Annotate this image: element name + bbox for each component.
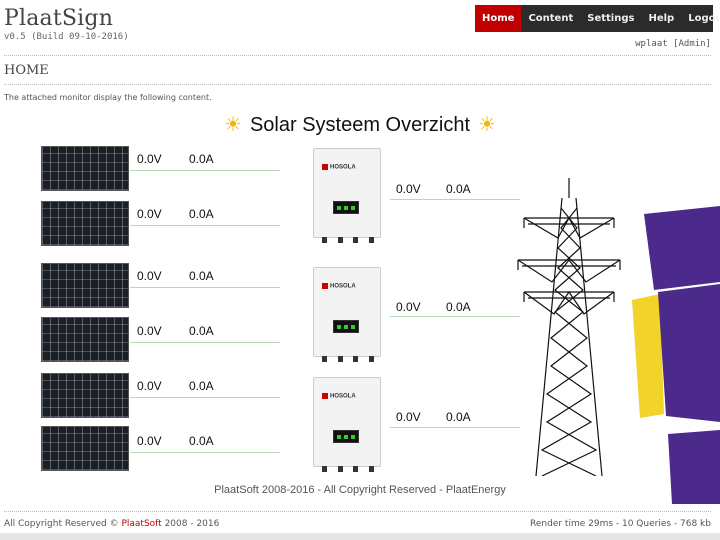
brand: PlaatSign v0.5 (Build 09-10-2016) (4, 6, 129, 42)
solar-panel-icon (41, 317, 129, 362)
panel-current: 0.0A (189, 207, 214, 221)
panel-voltage: 0.0V (137, 379, 162, 393)
inverter-current: 0.0A (446, 300, 471, 314)
bottom-bar (0, 533, 720, 540)
connector-line (130, 342, 280, 343)
inverter-current: 0.0A (446, 410, 471, 424)
intro-text: The attached monitor display the followi… (4, 93, 212, 102)
panel-voltage: 0.0V (137, 152, 162, 166)
connector-line (130, 397, 280, 398)
inverter-display (333, 430, 359, 443)
brand-logo-icon (322, 283, 328, 289)
inverter-brand: HOSOLA (322, 283, 356, 290)
inverter-display (333, 320, 359, 333)
divider (4, 55, 711, 56)
user-label: wplaat [Admin] (635, 39, 711, 49)
nav-logout[interactable]: Logout (681, 5, 720, 32)
inverter-icon: HOSOLA (313, 148, 381, 243)
footer-copyright: All Copyright Reserved © PlaatSoft 2008 … (4, 519, 219, 529)
sun-icon: ☀ (478, 114, 496, 136)
inverter-connectors (322, 237, 374, 243)
app-title[interactable]: PlaatSign (4, 6, 129, 31)
page-title: HOME (4, 63, 49, 78)
solar-panel-icon (41, 263, 129, 308)
copyright-years: 2008 - 2016 (161, 519, 220, 529)
inverter-connectors (322, 356, 374, 362)
connector-line (130, 287, 280, 288)
monitor-title: Solar Systeem Overzicht (249, 114, 471, 136)
inverter-voltage: 0.0V (396, 300, 421, 314)
inverter-brand-label: HOSOLA (330, 283, 356, 290)
panel-current: 0.0A (189, 379, 214, 393)
inverter-icon: HOSOLA (313, 377, 381, 472)
app-version: v0.5 (Build 09-10-2016) (4, 32, 129, 42)
inverter-icon: HOSOLA (313, 267, 381, 362)
monitor-preview: ☀ Solar Systeem Overzicht ☀ 0.0V 0.0A 0.0V… (0, 104, 720, 504)
solar-panel-icon (41, 146, 129, 191)
panel-voltage: 0.0V (137, 434, 162, 448)
inverter-brand: HOSOLA (322, 164, 356, 171)
footer-stats: Render time 29ms - 10 Queries - 768 kb (530, 519, 711, 529)
decorative-shapes (632, 206, 720, 504)
main-nav: Home Content Settings Help Logout (475, 5, 720, 32)
inverter-display (333, 201, 359, 214)
nav-help[interactable]: Help (641, 5, 681, 32)
panel-current: 0.0A (189, 434, 214, 448)
nav-content[interactable]: Content (521, 5, 580, 32)
panel-current: 0.0A (189, 152, 214, 166)
copyright-prefix: All Copyright Reserved © (4, 519, 122, 529)
inverter-voltage: 0.0V (396, 410, 421, 424)
connector-line (130, 225, 280, 226)
connector-line (130, 170, 280, 171)
divider (4, 84, 711, 85)
monitor-footer: PlaatSoft 2008-2016 - All Copyright Rese… (214, 484, 506, 496)
inverter-voltage: 0.0V (396, 182, 421, 196)
nav-settings[interactable]: Settings (580, 5, 641, 32)
brand-logo-icon (322, 164, 328, 170)
inverter-current: 0.0A (446, 182, 471, 196)
solar-panel-icon (41, 201, 129, 246)
divider (4, 511, 711, 512)
inverter-brand-label: HOSOLA (330, 393, 356, 400)
inverter-brand: HOSOLA (322, 393, 356, 400)
brand-logo-icon (322, 393, 328, 399)
panel-current: 0.0A (189, 324, 214, 338)
inverter-connectors (322, 466, 374, 472)
monitor-title-row: ☀ Solar Systeem Overzicht ☀ (0, 112, 720, 137)
inverter-brand-label: HOSOLA (330, 164, 356, 171)
power-tower-icon (517, 178, 621, 476)
connector-line (390, 427, 520, 428)
copyright-brand-link[interactable]: PlaatSoft (121, 519, 161, 529)
connector-line (390, 199, 520, 200)
solar-panel-icon (41, 373, 129, 418)
solar-panel-icon (41, 426, 129, 471)
panel-voltage: 0.0V (137, 269, 162, 283)
sun-icon: ☀ (224, 114, 242, 136)
connector-line (390, 316, 520, 317)
nav-home[interactable]: Home (475, 5, 522, 32)
panel-voltage: 0.0V (137, 207, 162, 221)
connector-line (130, 452, 280, 453)
panel-voltage: 0.0V (137, 324, 162, 338)
panel-current: 0.0A (189, 269, 214, 283)
